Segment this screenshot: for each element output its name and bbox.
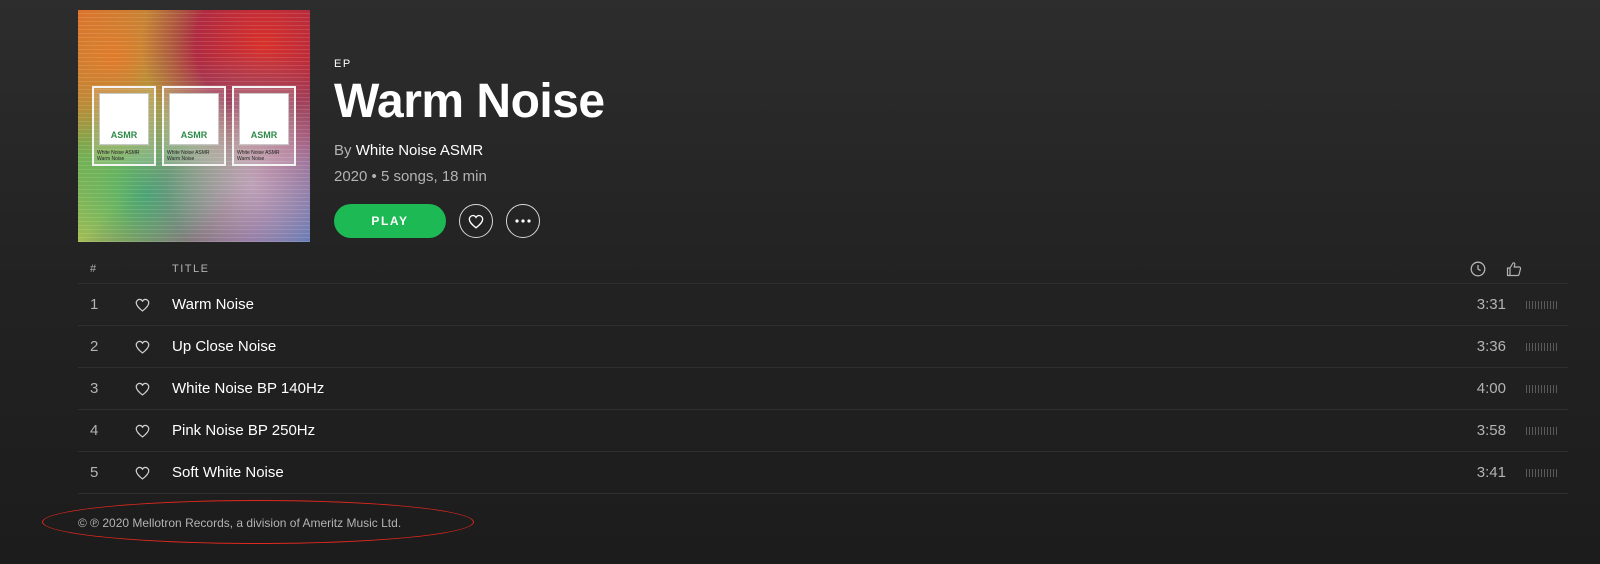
track-duration: 3:36	[1476, 338, 1506, 355]
cover-tile: ASMR White Noise ASMR Warm Noise	[232, 86, 296, 166]
track-row[interactable]: 2 Up Close Noise 3:36	[78, 326, 1568, 368]
clock-icon[interactable]	[1470, 261, 1486, 277]
cover-tile-caption: Warm Noise	[237, 156, 265, 162]
track-row[interactable]: 5 Soft White Noise 3:41	[78, 452, 1568, 494]
album-actions: PLAY	[334, 204, 605, 238]
more-icon	[515, 219, 531, 223]
track-title[interactable]: Soft White Noise	[172, 464, 1446, 481]
number-column-header: #	[90, 262, 98, 275]
heart-icon[interactable]	[135, 340, 150, 354]
cover-tile: ASMR White Noise ASMR Warm Noise	[162, 86, 226, 166]
title-column-header[interactable]: TITLE	[172, 263, 1470, 275]
play-button[interactable]: PLAY	[334, 204, 446, 238]
album-meta: 2020 • 5 songs, 18 min	[334, 168, 487, 185]
more-options-button[interactable]	[506, 204, 540, 238]
cover-tile: ASMR White Noise ASMR Warm Noise	[92, 86, 156, 166]
track-duration: 3:31	[1476, 296, 1506, 313]
popularity-bar	[1526, 300, 1558, 309]
heart-icon[interactable]	[135, 424, 150, 438]
heart-icon[interactable]	[135, 382, 150, 396]
tracklist: # TITLE 1 Warm Noise 3:31 2 Up Close Noi…	[78, 254, 1568, 494]
track-number: 3	[90, 380, 99, 397]
track-number: 5	[90, 464, 99, 481]
track-duration: 3:58	[1476, 422, 1506, 439]
heart-icon[interactable]	[135, 298, 150, 312]
album-cover: ASMR White Noise ASMR Warm Noise ASMR Whi…	[78, 10, 310, 242]
tracklist-header: # TITLE	[78, 254, 1568, 284]
byline: By White Noise ASMR	[334, 142, 605, 159]
track-row[interactable]: 1 Warm Noise 3:31	[78, 284, 1568, 326]
by-prefix: By	[334, 142, 352, 159]
track-title[interactable]: Up Close Noise	[172, 338, 1446, 355]
save-album-button[interactable]	[459, 204, 493, 238]
artist-link[interactable]: White Noise ASMR	[356, 142, 484, 159]
heart-icon	[468, 214, 484, 229]
album-header: ASMR White Noise ASMR Warm Noise ASMR Whi…	[78, 10, 605, 242]
popularity-bar	[1526, 384, 1558, 393]
track-title[interactable]: White Noise BP 140Hz	[172, 380, 1446, 397]
popularity-bar	[1526, 426, 1558, 435]
popularity-bar	[1526, 342, 1558, 351]
cover-tile-caption: Warm Noise	[167, 156, 195, 162]
track-duration: 4:00	[1476, 380, 1506, 397]
album-info: EP Warm Noise By White Noise ASMR 2020 •…	[334, 10, 605, 242]
track-row[interactable]: 3 White Noise BP 140Hz 4:00	[78, 368, 1568, 410]
track-duration: 3:41	[1476, 464, 1506, 481]
track-title[interactable]: Pink Noise BP 250Hz	[172, 422, 1446, 439]
track-number: 4	[90, 422, 99, 439]
track-number: 1	[90, 296, 99, 313]
album-type: EP	[334, 58, 352, 70]
track-row[interactable]: 4 Pink Noise BP 250Hz 3:58	[78, 410, 1568, 452]
cover-tile-logo: ASMR	[250, 130, 278, 140]
track-title[interactable]: Warm Noise	[172, 296, 1446, 313]
thumbs-up-icon[interactable]	[1506, 261, 1522, 277]
track-number: 2	[90, 338, 99, 355]
heart-icon[interactable]	[135, 466, 150, 480]
cover-tile-logo: ASMR	[180, 130, 208, 140]
cover-tile-logo: ASMR	[110, 130, 138, 140]
annotation-ellipse	[42, 500, 474, 544]
cover-tile-caption: Warm Noise	[97, 156, 125, 162]
popularity-bar	[1526, 468, 1558, 477]
album-title: Warm Noise	[334, 75, 605, 128]
